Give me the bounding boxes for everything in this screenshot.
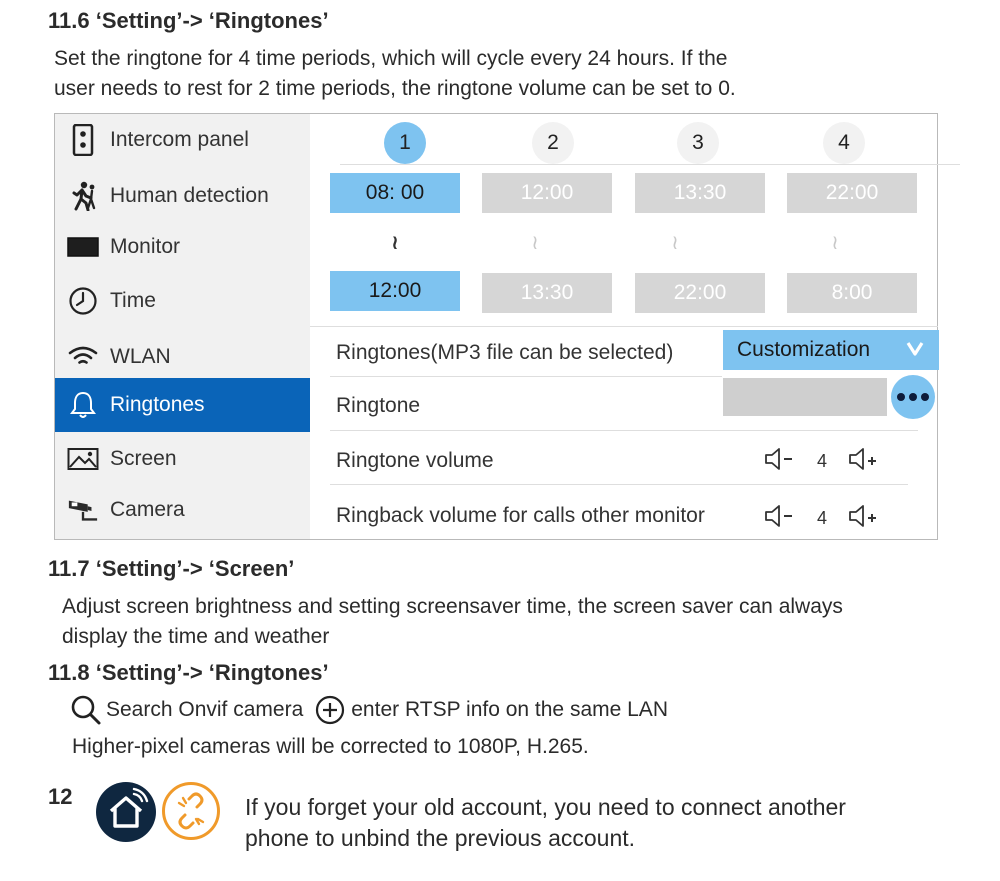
ringtones-label: Ringtones(MP3 file can be selected) <box>336 341 674 364</box>
sidebar-item-intercom-panel[interactable]: Intercom panel <box>55 114 310 166</box>
ringtone-settings-panel: Intercom panel Human detection Monitor T… <box>54 113 960 540</box>
ringtone-content: 1 2 3 4 08: 00 12:00 13:30 22:00 ≀ ≀ ≀ ≀… <box>310 114 960 539</box>
volume-up-icon[interactable] <box>847 502 881 535</box>
rtsp-info-text: enter RTSP info on the same LAN <box>351 698 668 721</box>
sidebar-item-label: Time <box>110 289 156 312</box>
volume-up-icon[interactable] <box>847 445 881 478</box>
ringtones-select[interactable]: Customization <box>723 330 939 370</box>
ringtone-volume-label: Ringtone volume <box>336 449 494 472</box>
sidebar-item-camera[interactable]: Camera <box>55 484 310 536</box>
ringback-volume-label: Ringback volume for calls other monitor <box>336 504 705 527</box>
period-1-separator: ≀ <box>391 232 399 254</box>
search-icon <box>70 694 102 726</box>
wifi-icon <box>67 341 99 373</box>
period-1-end-time[interactable]: 12:00 <box>330 271 460 311</box>
period-2-separator: ≀ <box>531 232 539 254</box>
period-4-separator: ≀ <box>831 232 839 254</box>
sidebar-item-ringtones[interactable]: Ringtones <box>55 378 310 432</box>
section-12-text: If you forget your old account, you need… <box>245 792 846 854</box>
section-11-7-line-2: display the time and weather <box>62 625 330 648</box>
period-tab-3[interactable]: 3 <box>677 122 719 164</box>
sidebar-item-screen[interactable]: Screen <box>55 434 310 484</box>
section-12-line-2: phone to unbind the previous account. <box>245 825 636 851</box>
sidebar-item-label: Human detection <box>110 184 269 207</box>
period-3-end-time[interactable]: 22:00 <box>635 273 765 313</box>
camera-resolution-note: Higher-pixel cameras will be corrected t… <box>72 735 589 758</box>
image-icon <box>67 443 99 475</box>
ringback-volume-value: 4 <box>816 508 827 528</box>
section-11-7-heading: 11.7 ‘Setting’-> ‘Screen’ <box>48 556 295 581</box>
smart-home-app-icon <box>96 782 156 842</box>
period-2-start-time[interactable]: 12:00 <box>482 173 612 213</box>
sidebar-item-label: Ringtones <box>110 393 205 416</box>
ringback-volume-control: 4 <box>763 502 881 535</box>
period-4-start-time[interactable]: 22:00 <box>787 173 917 213</box>
cctv-camera-icon <box>67 494 99 526</box>
add-circle-icon <box>315 695 345 725</box>
sidebar-item-wlan[interactable]: WLAN <box>55 332 310 382</box>
section-12-line-1: If you forget your old account, you need… <box>245 794 846 820</box>
ringtone-label: Ringtone <box>336 394 421 417</box>
unlink-icon <box>162 782 220 840</box>
period-3-start-time[interactable]: 13:30 <box>635 173 765 213</box>
monitor-icon <box>67 231 99 263</box>
search-onvif-text: Search Onvif camera <box>106 698 304 721</box>
sidebar-item-monitor[interactable]: Monitor <box>55 222 310 272</box>
volume-down-icon[interactable] <box>763 445 797 478</box>
intercom-icon <box>67 124 99 156</box>
section-11-6-line-2: user needs to rest for 2 time periods, t… <box>54 77 736 100</box>
divider <box>330 376 722 377</box>
clock-icon <box>67 285 99 317</box>
ringtone-volume-value: 4 <box>816 451 827 471</box>
section-11-6-text: Set the ringtone for 4 time periods, whi… <box>54 44 736 104</box>
sidebar-item-label: Camera <box>110 498 185 521</box>
period-2-end-time[interactable]: 13:30 <box>482 273 612 313</box>
ringtone-volume-control: 4 <box>763 445 881 478</box>
period-1-start-time[interactable]: 08: 00 <box>330 173 460 213</box>
divider <box>330 430 918 431</box>
more-options-button[interactable] <box>891 375 935 419</box>
period-tab-1[interactable]: 1 <box>384 122 426 164</box>
ringtone-file-field[interactable] <box>723 378 887 416</box>
section-11-6-heading: 11.6 ‘Setting’-> ‘Ringtones’ <box>48 8 329 33</box>
chevron-down-icon <box>905 340 925 364</box>
volume-down-icon[interactable] <box>763 502 797 535</box>
section-11-8-line-1: Search Onvif camera enter RTSP info on t… <box>70 694 668 726</box>
sidebar-item-label: Intercom panel <box>110 128 249 151</box>
section-11-6-line-1: Set the ringtone for 4 time periods, whi… <box>54 47 728 70</box>
period-4-end-time[interactable]: 8:00 <box>787 273 917 313</box>
sidebar-item-time[interactable]: Time <box>55 274 310 328</box>
divider <box>330 484 908 485</box>
bell-icon <box>67 389 99 421</box>
walking-person-icon <box>67 180 99 212</box>
section-11-7-line-1: Adjust screen brightness and setting scr… <box>62 595 843 618</box>
section-11-8-line-2: Higher-pixel cameras will be corrected t… <box>72 732 589 762</box>
section-12-number: 12 <box>48 784 73 809</box>
divider <box>340 164 960 165</box>
sidebar-item-label: WLAN <box>110 345 171 368</box>
period-tab-4[interactable]: 4 <box>823 122 865 164</box>
sidebar-item-human-detection[interactable]: Human detection <box>55 170 310 222</box>
ringtones-select-value: Customization <box>737 338 871 361</box>
period-3-separator: ≀ <box>671 232 679 254</box>
period-tab-2[interactable]: 2 <box>532 122 574 164</box>
sidebar-item-label: Screen <box>110 447 177 470</box>
settings-sidebar: Intercom panel Human detection Monitor T… <box>55 114 310 539</box>
section-11-8-heading: 11.8 ‘Setting’-> ‘Ringtones’ <box>48 660 329 685</box>
divider <box>310 326 938 327</box>
sidebar-item-label: Monitor <box>110 235 181 258</box>
section-11-7-text: Adjust screen brightness and setting scr… <box>62 592 843 652</box>
